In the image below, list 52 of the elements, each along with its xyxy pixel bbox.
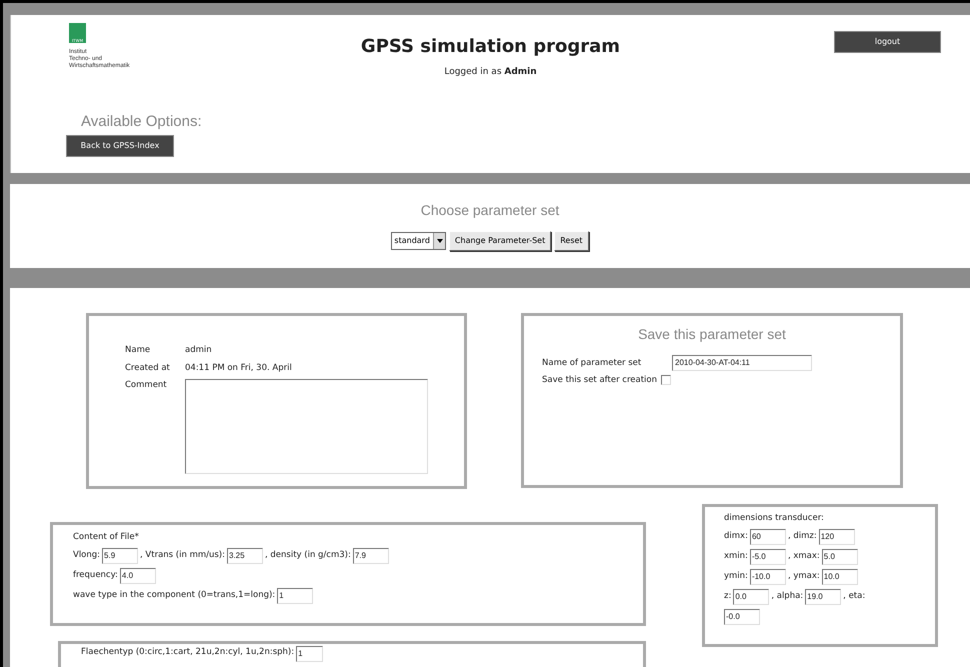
input-field[interactable]: -10.0 — [750, 568, 786, 585]
field-label: , dimz: — [788, 530, 817, 544]
input-field[interactable]: -5.0 — [750, 548, 786, 565]
section-heading: Choose parameter set — [420, 201, 560, 220]
field-label: Save this set after creation — [542, 374, 657, 387]
input-field[interactable]: 1 — [277, 588, 314, 604]
field-label: ymin: — [724, 570, 748, 584]
form-button[interactable]: Change Parameter-Set — [448, 231, 552, 251]
field-label: , Vtrans (in mm/us): — [140, 549, 225, 562]
field-label: , ymax: — [788, 570, 820, 584]
field-label: xmin: — [724, 550, 748, 564]
parameter-select[interactable]: standard — [391, 232, 446, 250]
field-label: dimx: — [724, 530, 748, 544]
input-field[interactable]: 4.0 — [120, 568, 156, 584]
section-heading: dimensions transducer: — [724, 512, 825, 525]
field-label: Vlong: — [73, 549, 100, 562]
input-field[interactable]: -0.0 — [724, 608, 760, 625]
input-field[interactable]: 19.0 — [805, 588, 842, 605]
field-label: Name — [125, 344, 152, 357]
field-label: , eta: — [843, 590, 866, 604]
logout-button[interactable]: logout — [834, 31, 941, 53]
logged-in-text: Logged in as Admin — [444, 66, 537, 79]
input-field[interactable]: 10.0 — [822, 568, 858, 585]
back-button[interactable]: Back to GPSS-Index — [66, 135, 174, 157]
field-value: 04:11 PM on Fri, 30. April — [185, 362, 292, 374]
input-field[interactable]: 60 — [750, 528, 786, 545]
page-title: GPSS simulation program — [360, 35, 620, 59]
field-label: wave type in the component (0=trans,1=long): — [73, 589, 276, 602]
field-label: Created at — [125, 362, 171, 374]
input-field[interactable]: 1 — [296, 646, 324, 662]
field-label: frequency: — [73, 569, 118, 582]
field-value: admin — [185, 344, 212, 357]
name-field[interactable]: 2010-04-30-AT-04:11 — [672, 355, 812, 371]
field-label: , density (in g/cm3): — [265, 549, 351, 562]
input-field[interactable]: 120 — [818, 528, 855, 545]
field-label: Comment — [125, 378, 168, 392]
section-heading: Content of File* — [73, 531, 140, 544]
input-field[interactable]: 7.9 — [352, 548, 389, 564]
field-label: , xmax: — [788, 550, 820, 564]
comment-field[interactable] — [185, 378, 428, 474]
field-label: Flaechentyp (0:circ,1:cart, 21u,2n:cyl, 1u,2n:sph): — [81, 646, 294, 659]
field-label: z: — [724, 590, 732, 604]
input-field[interactable]: 3.25 — [227, 548, 263, 564]
input-field[interactable]: 5.9 — [102, 548, 138, 564]
section-heading: Save this parameter set — [637, 325, 787, 344]
input-field[interactable]: 0.0 — [733, 588, 770, 605]
form-button[interactable]: Reset — [554, 231, 589, 251]
options-heading: Available Options: — [81, 112, 202, 132]
field-label: , alpha: — [771, 590, 804, 604]
input-field[interactable]: 5.0 — [822, 548, 858, 565]
field-label: Name of parameter set — [542, 356, 642, 370]
save-checkbox[interactable] — [660, 375, 671, 386]
